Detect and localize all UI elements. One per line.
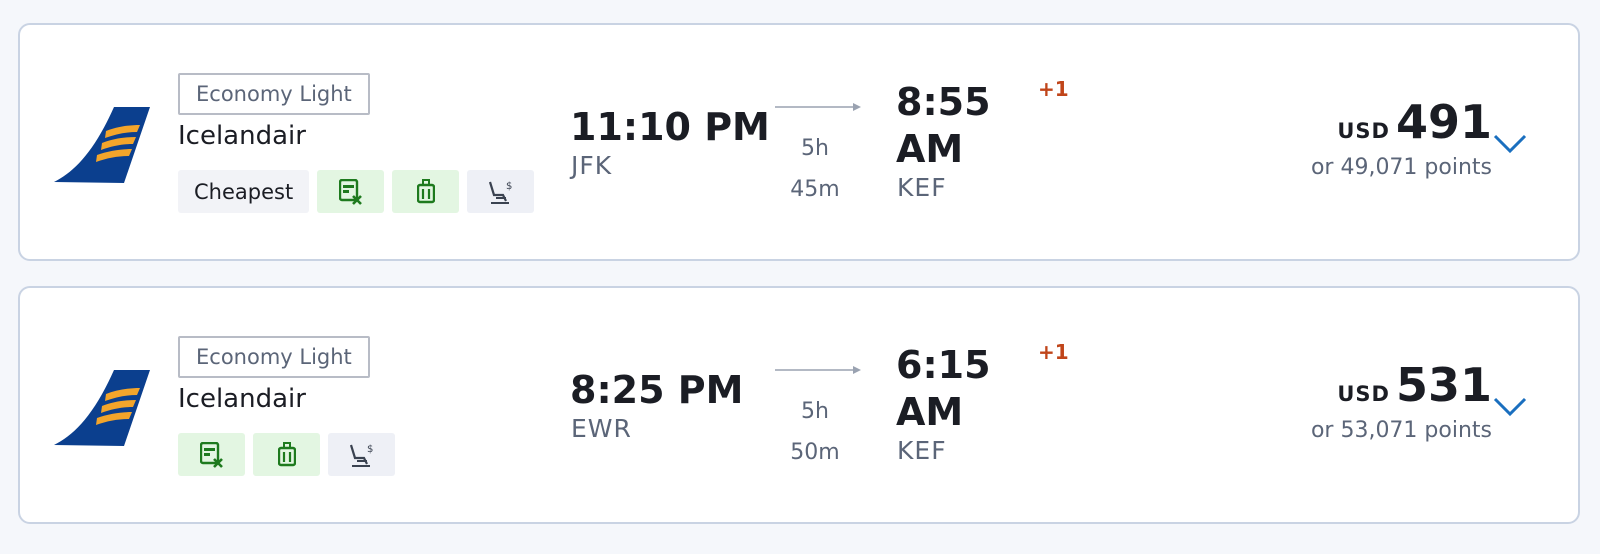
points-price: or 53,071 points xyxy=(1310,418,1492,443)
icelandair-tail-logo-icon xyxy=(54,370,150,446)
arrow-right-icon xyxy=(775,366,861,374)
airline-name: Icelandair xyxy=(178,121,306,151)
chevron-down-icon[interactable] xyxy=(1493,133,1527,155)
flight-duration: 5h 50m xyxy=(785,391,845,473)
flight-result-card[interactable]: Economy Light Icelandair $ 8:25 PM EWR 5… xyxy=(18,286,1580,524)
flight-result-card[interactable]: Economy Light Icelandair Cheapest $ 11:1… xyxy=(18,23,1580,261)
arrival-time: 8:55 AM xyxy=(896,80,991,171)
price-amount: 491 xyxy=(1395,95,1492,149)
departure-airport: EWR xyxy=(571,414,632,443)
fare-class-label: Economy Light xyxy=(178,336,370,378)
duration-minutes: 45m xyxy=(790,177,840,202)
no-change-fee-icon xyxy=(199,441,223,468)
duration-minutes: 50m xyxy=(790,440,840,465)
cheapest-badge: Cheapest xyxy=(178,170,310,213)
departure-time: 11:10 PM xyxy=(570,105,770,149)
fare-class-label: Economy Light xyxy=(178,73,370,115)
departure-airport: JFK xyxy=(571,151,613,180)
seat-fee-icon: $ xyxy=(349,444,373,467)
next-day-indicator: +1 xyxy=(1038,340,1069,364)
duration-hours: 5h xyxy=(801,136,829,161)
fare-features: Cheapest $ xyxy=(178,170,535,213)
carry-on-bag-icon xyxy=(416,178,435,203)
points-price: or 49,071 points xyxy=(1310,155,1492,180)
price: USD 491 xyxy=(1337,95,1492,149)
svg-text:$: $ xyxy=(367,444,373,455)
carry-on-badge xyxy=(253,433,320,476)
price-currency: USD xyxy=(1337,119,1390,143)
next-day-indicator: +1 xyxy=(1038,77,1069,101)
carry-on-badge xyxy=(392,170,460,213)
arrow-right-icon xyxy=(775,103,861,111)
arrival-airport: KEF xyxy=(897,173,947,202)
no-change-fee-badge xyxy=(317,170,385,213)
airline-name: Icelandair xyxy=(178,384,306,414)
chevron-down-icon[interactable] xyxy=(1493,396,1527,418)
seat-fee-badge: $ xyxy=(328,433,395,476)
price-amount: 531 xyxy=(1395,358,1492,412)
svg-text:$: $ xyxy=(506,181,512,192)
carry-on-bag-icon xyxy=(277,441,296,466)
icelandair-tail-logo-icon xyxy=(54,107,150,183)
price-currency: USD xyxy=(1337,382,1390,406)
flight-duration: 5h 45m xyxy=(785,128,845,210)
seat-fee-icon: $ xyxy=(488,181,512,204)
price: USD 531 xyxy=(1337,358,1492,412)
arrival-time: 6:15 AM xyxy=(896,343,991,434)
duration-hours: 5h xyxy=(801,399,829,424)
fare-features: $ xyxy=(178,433,395,476)
seat-fee-badge: $ xyxy=(467,170,535,213)
no-change-fee-icon xyxy=(338,178,362,205)
no-change-fee-badge xyxy=(178,433,245,476)
arrival-airport: KEF xyxy=(897,436,947,465)
departure-time: 8:25 PM xyxy=(570,368,744,412)
